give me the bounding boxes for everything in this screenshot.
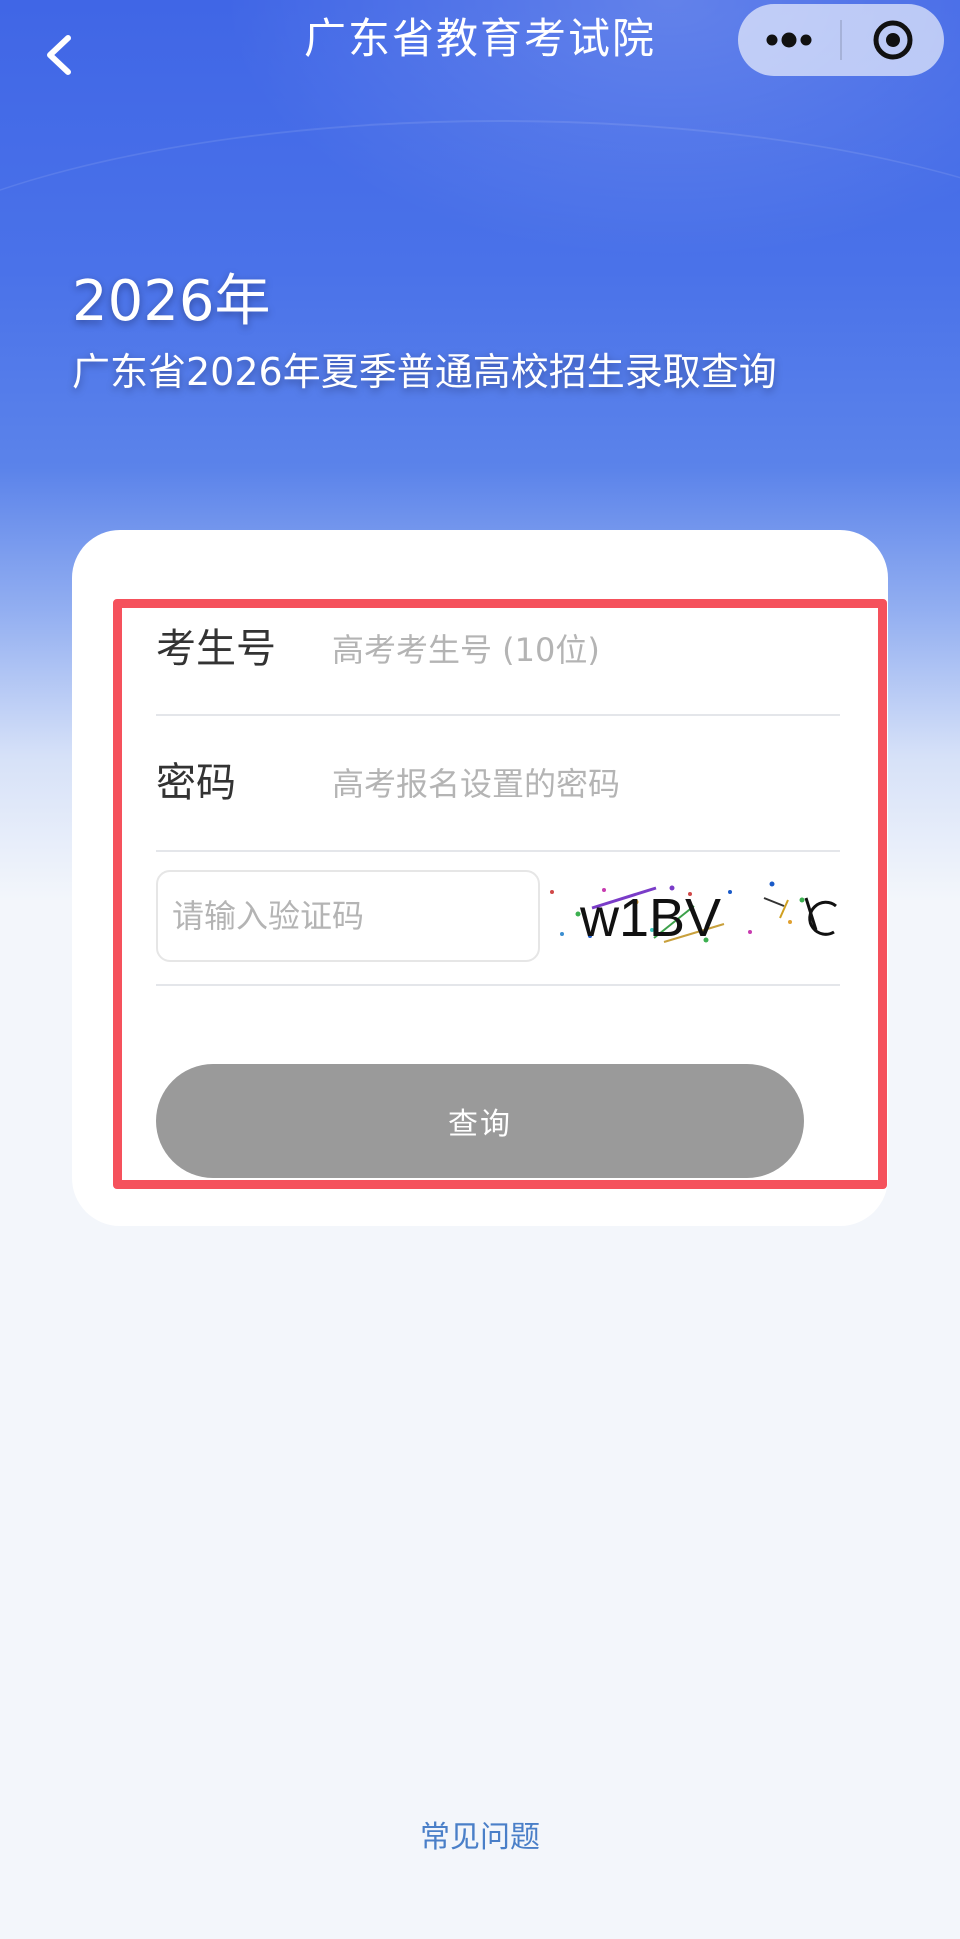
password-input[interactable] [332, 762, 832, 806]
captcha-image[interactable]: w1BV [544, 870, 840, 962]
query-button[interactable]: 查询 [156, 1064, 804, 1178]
exam-number-row: 考生号 [156, 604, 840, 716]
back-button[interactable] [38, 30, 82, 80]
hero-subtitle: 广东省2026年夏季普通高校招生录取查询 [72, 350, 777, 394]
captcha-input[interactable] [156, 870, 540, 962]
more-button[interactable] [738, 4, 840, 76]
close-mini-program-button[interactable] [842, 4, 944, 76]
captcha-row: w1BV [156, 870, 840, 986]
exam-number-label: 考生号 [156, 626, 276, 672]
exam-number-input[interactable] [332, 628, 832, 672]
mini-program-capsule [738, 4, 944, 76]
password-row: 密码 [156, 714, 840, 852]
faq-link[interactable]: 常见问题 [0, 1818, 960, 1858]
more-dots-icon [766, 32, 812, 48]
captcha-text: w1BV [579, 888, 721, 948]
target-circle-icon [873, 20, 913, 60]
chevron-left-icon [47, 35, 71, 75]
hero-year: 2026年 [72, 269, 271, 334]
password-label: 密码 [156, 760, 236, 806]
